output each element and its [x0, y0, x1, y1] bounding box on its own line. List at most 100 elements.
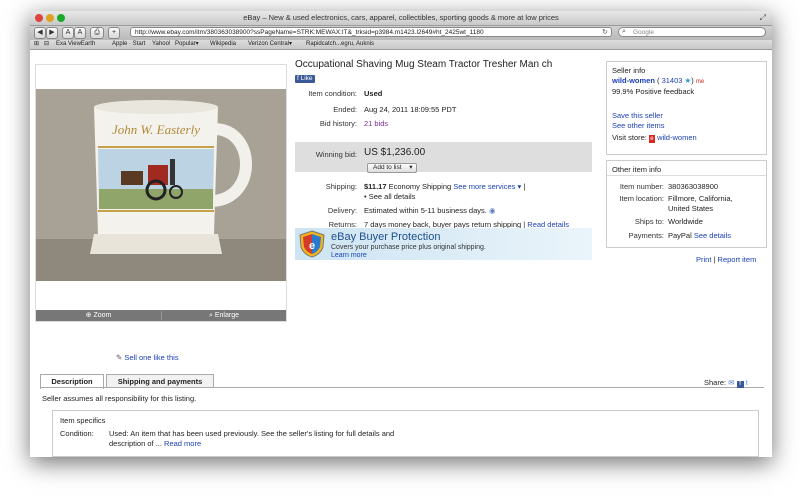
print-icon[interactable]: ⎙	[90, 27, 104, 39]
ended-value: Aug 24, 2011 18:09:55 PDT	[364, 105, 457, 114]
item-location-country: United States	[668, 204, 714, 213]
feedback-score-link[interactable]: 31403	[662, 76, 683, 85]
bookmark-item[interactable]: Wikipedia	[210, 40, 236, 49]
shield-icon: e	[299, 230, 325, 258]
item-location-label: Item location:	[619, 194, 664, 203]
mug-inscription: John W. Easterly	[112, 122, 200, 137]
browser-toolbar: ◀ ▶ A A ⎙ + http://www.ebay.com/itm/3803…	[30, 26, 772, 40]
protection-title: eBay Buyer Protection	[331, 231, 441, 243]
bookmark-item[interactable]: Exa ViewEarth	[56, 40, 95, 49]
bookmark-item[interactable]: Verizon Central▾	[248, 40, 292, 49]
seller-info-heading: Seller info	[612, 66, 646, 75]
condition-value: Used	[364, 89, 383, 98]
item-specifics-box: Item specifics Condition: Used: An item …	[52, 410, 759, 457]
item-photo-frame: John W. Easterly ⊕ Zoom ⌕ Enlarge	[35, 64, 287, 322]
shipping-cost: $11.17	[364, 182, 387, 191]
tab-shipping-payments[interactable]: Shipping and payments	[106, 374, 214, 388]
seller-line: wild-women ( 31403 ★) me	[612, 76, 705, 85]
delivery-value: Estimated within 5-11 business days. ◉	[364, 206, 496, 215]
divider	[607, 175, 766, 176]
add-to-list-button[interactable]: Add to list ▾	[367, 163, 417, 173]
payments-value: PayPal See details	[668, 231, 731, 240]
chevron-down-icon[interactable]: ▾	[517, 182, 521, 191]
forward-button[interactable]: ▶	[46, 27, 58, 39]
reload-icon[interactable]: ↻	[602, 28, 608, 36]
window-title: eBay – New & used electronics, cars, app…	[243, 13, 559, 22]
title-bar: eBay – New & used electronics, cars, app…	[30, 11, 772, 26]
fullscreen-icon[interactable]: ⤢	[760, 13, 766, 23]
learn-more-link[interactable]: Learn more	[331, 252, 367, 259]
facebook-icon[interactable]: f	[736, 381, 744, 388]
text-larger-button[interactable]: A	[74, 27, 86, 39]
facebook-like-button[interactable]: f Like	[295, 75, 315, 83]
other-item-info-panel: Other item info Item number: 38036303890…	[606, 160, 767, 248]
visit-store-line: Visit store: e wild-women	[612, 133, 697, 143]
bids-link[interactable]: 21 bids	[364, 119, 388, 128]
browser-window: eBay – New & used electronics, cars, app…	[30, 11, 772, 457]
bookmarks-bar: ⊞ ⊟ Exa ViewEarth Apple · Start Yahoo! P…	[30, 40, 772, 50]
specifics-condition-text: Used: An item that has been used previou…	[109, 429, 395, 438]
ships-to-label: Ships to:	[634, 217, 664, 226]
twitter-icon[interactable]: t	[746, 378, 748, 387]
me-badge-icon[interactable]: me	[696, 79, 704, 85]
info-icon[interactable]: ◉	[489, 206, 496, 215]
specifics-condition-label: Condition:	[60, 429, 94, 438]
winning-bid-label: Winning bid:	[315, 150, 357, 159]
see-more-services-link[interactable]: See more services	[453, 182, 515, 191]
top-sites-icon[interactable]: ⊟	[44, 40, 49, 49]
store-link[interactable]: wild-women	[657, 133, 697, 142]
bookmark-item[interactable]: Rapidcatch...egru, Auknis	[306, 40, 374, 49]
item-number-label: Item number:	[619, 182, 664, 191]
page-content: John W. Easterly ⊕ Zoom ⌕ Enlarge ✎ Sell…	[30, 50, 772, 457]
dropdown-arrow-icon: ▾	[409, 164, 413, 171]
search-icon: ⌕	[622, 28, 626, 35]
store-icon: e	[648, 135, 655, 143]
text-smaller-button[interactable]: A	[62, 27, 74, 39]
photo-controls: ⊕ Zoom ⌕ Enlarge	[36, 310, 286, 321]
specifics-condition-text-2: description of ... Read more	[109, 439, 202, 448]
seller-info-panel: Seller info wild-women ( 31403 ★) me 99.…	[606, 61, 767, 155]
reading-list-icon[interactable]: ⊞	[34, 40, 39, 49]
save-seller-link[interactable]: Save this seller	[612, 111, 663, 120]
read-more-link[interactable]: Read more	[164, 439, 201, 448]
zoom-button[interactable]: ⊕ Zoom	[36, 310, 161, 321]
delivery-label: Delivery:	[327, 206, 357, 215]
bookmark-item[interactable]: Popular▾	[175, 40, 199, 49]
print-link[interactable]: Print	[696, 255, 711, 264]
address-bar[interactable]: http://www.ebay.com/itm/380363038900?ssP…	[130, 27, 612, 37]
positive-feedback: 99.9% Positive feedback	[612, 87, 695, 96]
bookmark-item[interactable]: Yahoo!	[152, 40, 171, 49]
protection-text: Covers your purchase price plus original…	[331, 244, 486, 251]
shipping-type: Economy Shipping	[388, 182, 452, 191]
item-specifics-heading: Item specifics	[60, 416, 106, 425]
see-all-details-link[interactable]: • See all details	[364, 192, 415, 201]
winning-bid-value: US $1,236.00	[364, 147, 426, 158]
item-title: Occupational Shaving Mug Steam Tractor T…	[295, 59, 553, 70]
bid-history-label: Bid history:	[319, 119, 357, 128]
seller-note: Seller assumes all responsibility for th…	[42, 394, 197, 403]
shaving-mug-image: John W. Easterly	[36, 89, 286, 281]
other-info-heading: Other item info	[612, 165, 662, 174]
back-button[interactable]: ◀	[34, 27, 46, 39]
condition-label: Item condition:	[308, 89, 357, 98]
search-field[interactable]: Google	[618, 27, 766, 37]
shipping-label: Shipping:	[325, 182, 357, 191]
payments-label: Payments:	[628, 231, 664, 240]
email-icon[interactable]: ✉	[728, 378, 734, 387]
svg-text:e: e	[309, 240, 315, 252]
see-other-items-link[interactable]: See other items	[612, 121, 665, 130]
item-photo[interactable]: John W. Easterly	[36, 89, 286, 281]
buyer-protection-banner: e eBay Buyer Protection Covers your purc…	[295, 228, 592, 260]
bookmark-item[interactable]: Apple · Start	[112, 40, 145, 49]
enlarge-button[interactable]: ⌕ Enlarge	[162, 310, 286, 321]
sell-one-link[interactable]: ✎ Sell one like this	[116, 353, 179, 362]
divider	[40, 387, 764, 388]
ended-label: Ended:	[333, 105, 357, 114]
ships-to-value: Worldwide	[668, 217, 703, 226]
shipping-line: $11.17 Economy Shipping See more service…	[364, 182, 526, 191]
payment-details-link[interactable]: See details	[694, 231, 731, 240]
report-item-link[interactable]: Report item	[718, 255, 757, 264]
item-location-value: Fillmore, California,	[668, 194, 733, 203]
add-bookmark-button[interactable]: +	[108, 27, 120, 39]
seller-name-link[interactable]: wild-women	[612, 76, 655, 85]
